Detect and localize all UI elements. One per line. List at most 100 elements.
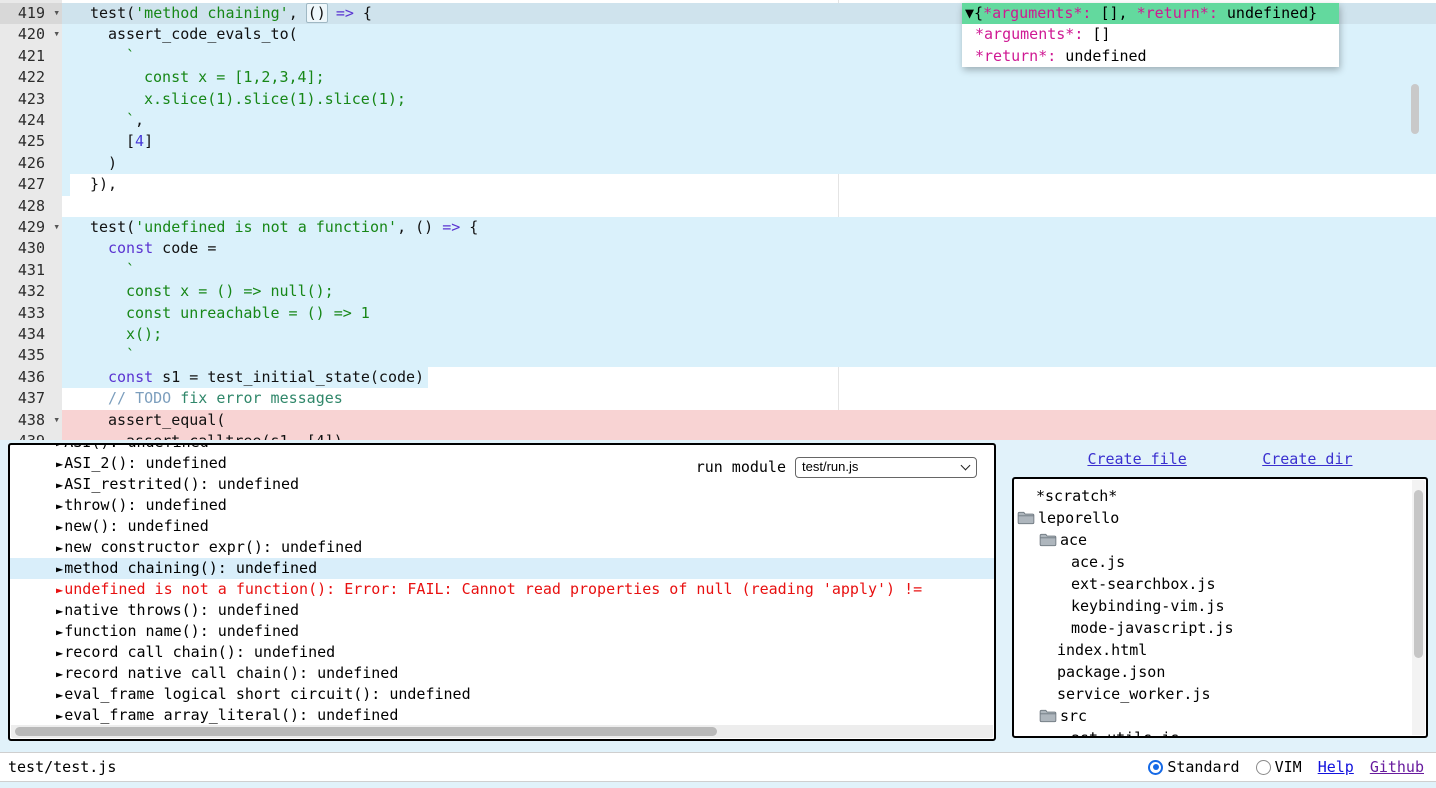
expand-triangle-icon[interactable]: ► [56,583,63,597]
expand-triangle-icon[interactable]: ► [56,646,63,660]
results-horizontal-scrollbar[interactable] [11,725,993,738]
file-tree-item-label: src [1060,705,1087,727]
object-key: *return*: [1137,4,1218,22]
file-tree-item-file[interactable]: service_worker.js [1014,683,1411,705]
test-result-item[interactable]: ►native throws(): undefined [10,600,994,621]
file-tree-scrollbar-thumb[interactable] [1414,490,1423,658]
code-line[interactable]: [4] [62,131,1436,152]
radio-icon[interactable] [1148,760,1163,775]
test-result-item[interactable]: ►method chaining(): undefined [10,558,994,579]
expand-triangle-icon[interactable]: ► [56,478,63,492]
code-line[interactable]: }), [62,174,1436,195]
code-line[interactable]: const x = [1,2,3,4]; [62,67,1436,88]
code-token-str: ` [126,47,135,65]
file-tree-item-label: ast_utils.js [1071,727,1179,738]
code-line[interactable] [62,196,1436,217]
gutter-line-number: 436 [0,367,62,388]
test-result-label: throw(): undefined [64,496,227,514]
code-editor[interactable]: 419▾420▾421422423424425426427428429▾4304… [0,0,1436,440]
test-result-item[interactable]: ►record call chain(): undefined [10,642,994,663]
create-dir-link[interactable]: Create dir [1262,450,1352,468]
gutter-line-number: 427 [0,174,62,195]
run-module-select[interactable]: test/run.js [795,457,977,478]
code-token-plain: , [135,111,144,129]
test-result-item[interactable]: ►record native call chain(): undefined [10,663,994,684]
expand-triangle-icon[interactable]: ► [56,457,63,471]
expand-triangle-icon[interactable]: ► [56,688,63,702]
gutter-line-number: 431 [0,260,62,281]
keybinding-radio-standard[interactable]: Standard [1148,758,1239,776]
file-tree-item-file[interactable]: *scratch* [1014,485,1411,507]
editor-vertical-scrollbar[interactable] [1411,84,1419,134]
expand-triangle-icon[interactable]: ► [56,625,63,639]
test-result-item[interactable]: ►eval_frame logical short circuit(): und… [10,684,994,705]
test-result-item[interactable]: ►new(): undefined [10,516,994,537]
file-tree-item-folder[interactable]: leporello [1014,507,1411,529]
code-line[interactable]: // TODO fix error messages [62,388,1436,409]
file-tree-item-file[interactable]: package.json [1014,661,1411,683]
code-line[interactable]: const unreachable = () => 1 [62,303,1436,324]
expand-triangle-icon[interactable]: ► [56,541,63,555]
value-inspector-header[interactable]: ▼{*arguments*: [], *return*: undefined} [962,3,1339,24]
test-results-panel: ►ASI(): undefined►ASI_2(): undefined►ASI… [8,443,996,741]
object-key: *arguments*: [983,4,1091,22]
file-tree-item-file[interactable]: mode-javascript.js [1014,617,1411,639]
results-scrollbar-thumb[interactable] [15,727,717,736]
expand-triangle-icon[interactable]: ► [56,709,63,723]
gutter-line-number: 434 [0,324,62,345]
code-token-plain: { [354,4,372,22]
expand-triangle-icon[interactable]: ► [56,443,63,450]
code-line[interactable]: ` [62,345,1436,366]
file-tree-item-file[interactable]: index.html [1014,639,1411,661]
gutter-line-number: 432 [0,281,62,302]
code-token-str: ` [126,346,135,364]
github-link[interactable]: Github [1370,758,1424,776]
test-result-item[interactable]: ►undefined is not a function(): Error: F… [10,579,994,600]
code-line[interactable]: const s1 = test_initial_state(code) [62,367,1436,388]
object-value: [] [1083,25,1110,43]
help-link[interactable]: Help [1318,758,1354,776]
file-tree-item-file[interactable]: keybinding-vim.js [1014,595,1411,617]
code-line[interactable]: test('undefined is not a function', () =… [62,217,1436,238]
file-tree-item-folder[interactable]: ace [1014,529,1411,551]
fold-arrow-icon[interactable]: ▾ [53,216,60,237]
code-line[interactable]: x(); [62,324,1436,345]
radio-icon[interactable] [1256,760,1271,775]
code-line[interactable]: const code = [62,238,1436,259]
test-result-item[interactable]: ►ASI(): undefined [10,443,994,453]
expand-triangle-icon[interactable]: ► [56,604,63,618]
file-tree-item-folder[interactable]: src [1014,705,1411,727]
expand-triangle-icon[interactable]: ► [56,499,63,513]
code-line[interactable]: ) [62,153,1436,174]
code-line[interactable]: const x = () => null(); [62,281,1436,302]
code-line[interactable]: x.slice(1).slice(1).slice(1); [62,89,1436,110]
file-tree-list: *scratch* leporello aceace.jsext-searchb… [1014,485,1411,738]
create-file-link[interactable]: Create file [1087,450,1186,468]
code-token-plain: ) [108,154,117,172]
expand-triangle-icon[interactable]: ► [56,667,63,681]
file-tree-item-file[interactable]: ast_utils.js [1014,727,1411,738]
fold-arrow-icon[interactable]: ▾ [53,2,60,23]
code-line[interactable]: assert_equal( [62,410,1436,431]
test-result-item[interactable]: ►eval_frame array_literal(): undefined [10,705,994,726]
fold-arrow-icon[interactable]: ▾ [53,409,60,430]
expand-triangle-icon[interactable]: ► [56,562,63,576]
gutter-line-number: 420▾ [0,24,62,45]
test-result-item[interactable]: ►throw(): undefined [10,495,994,516]
file-tree-item-file[interactable]: ext-searchbox.js [1014,573,1411,595]
value-inspector-row[interactable]: *return*: undefined [962,46,1339,67]
code-line-text: const unreachable = () => 1 [62,303,1436,324]
fold-arrow-icon[interactable]: ▾ [53,23,60,44]
code-line[interactable]: `, [62,110,1436,131]
file-tree-item-file[interactable]: ace.js [1014,551,1411,573]
value-inspector-row[interactable]: *arguments*: [] [962,24,1339,45]
code-line-text: const code = [62,238,1436,259]
file-tree-scrollbar[interactable] [1412,480,1425,735]
test-result-label: eval_frame array_literal(): undefined [64,706,398,724]
code-line[interactable]: assert_calltree(s1, [4]) [62,431,1436,440]
code-line[interactable]: ` [62,260,1436,281]
keybinding-radio-vim[interactable]: VIM [1256,758,1302,776]
test-result-item[interactable]: ►function name(): undefined [10,621,994,642]
test-result-item[interactable]: ►new constructor expr(): undefined [10,537,994,558]
expand-triangle-icon[interactable]: ► [56,520,63,534]
